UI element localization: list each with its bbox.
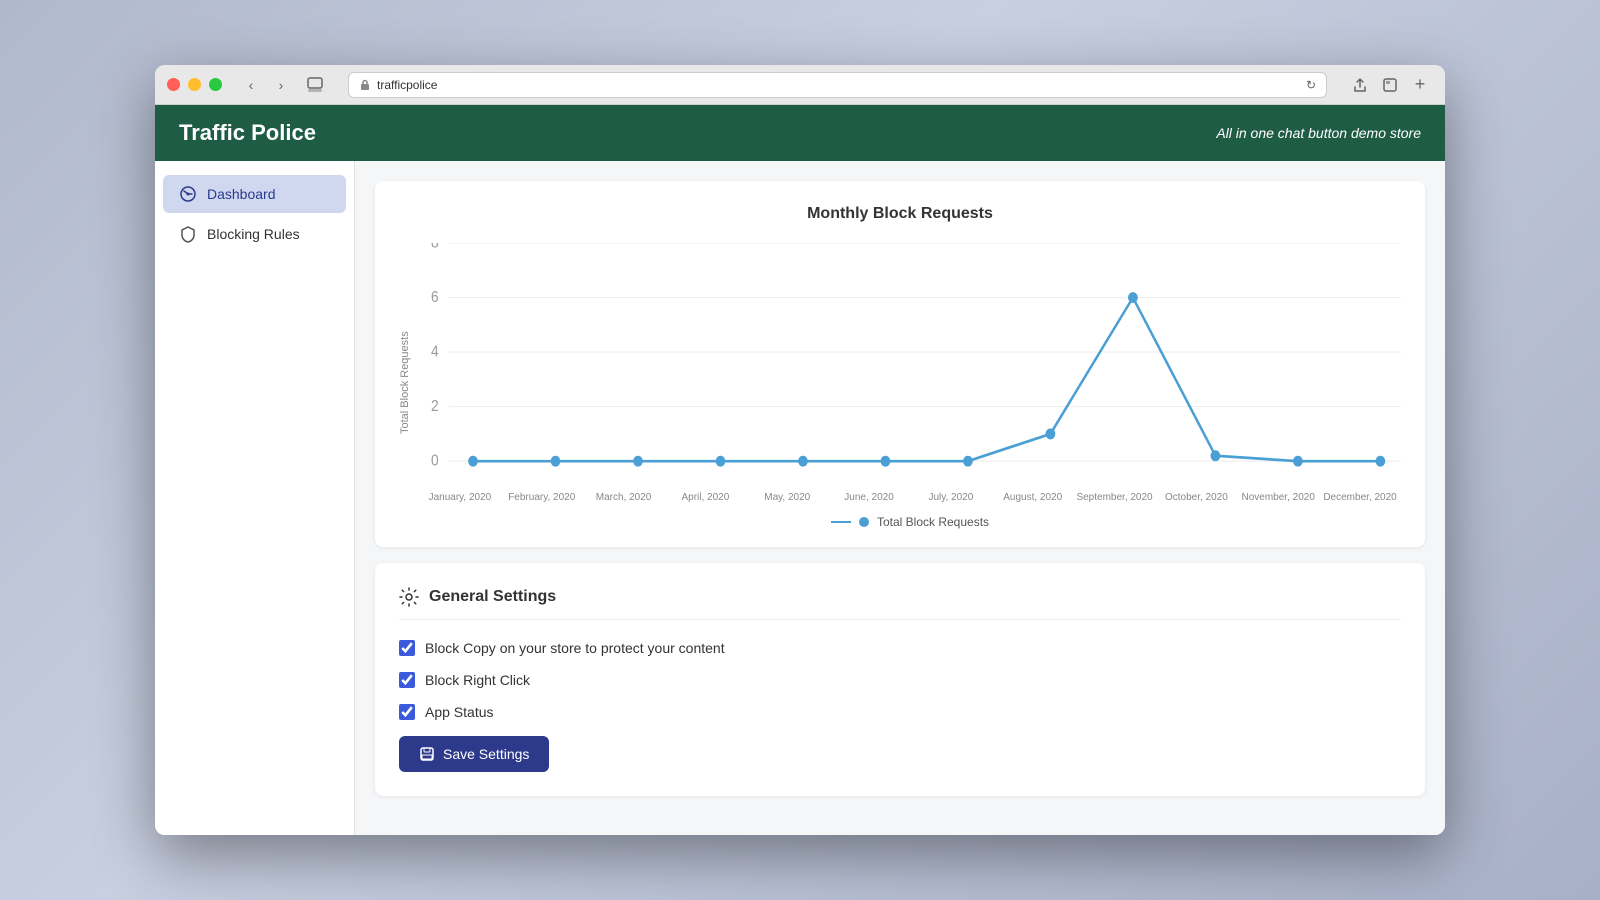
data-point-mar bbox=[633, 456, 643, 467]
share-icon bbox=[1352, 77, 1368, 93]
legend-dot bbox=[859, 517, 869, 527]
x-label-jun: June, 2020 bbox=[828, 492, 910, 503]
data-point-jul bbox=[963, 456, 973, 467]
address-bar[interactable]: trafficpolice ↻ bbox=[348, 72, 1327, 98]
browser-titlebar: ‹ › trafficpolice ↻ bbox=[155, 65, 1445, 105]
data-point-jan bbox=[468, 456, 478, 467]
tab-view-icon bbox=[307, 77, 323, 93]
dashboard-label: Dashboard bbox=[207, 186, 276, 202]
gear-icon bbox=[399, 587, 419, 607]
store-name: All in one chat button demo store bbox=[1216, 125, 1421, 141]
x-label-nov: November, 2020 bbox=[1237, 492, 1319, 503]
chart-title: Monthly Block Requests bbox=[399, 205, 1401, 223]
data-point-sep bbox=[1128, 292, 1138, 303]
data-point-feb bbox=[551, 456, 561, 467]
data-point-aug bbox=[1046, 428, 1056, 439]
legend-label: Total Block Requests bbox=[877, 515, 989, 529]
svg-text:0: 0 bbox=[431, 453, 439, 470]
svg-text:4: 4 bbox=[431, 344, 439, 361]
data-point-may bbox=[798, 456, 808, 467]
data-point-dec bbox=[1375, 456, 1385, 467]
save-icon bbox=[419, 746, 435, 762]
chart-line bbox=[473, 298, 1380, 462]
data-point-jun bbox=[881, 456, 891, 467]
x-axis-labels: January, 2020 February, 2020 March, 2020… bbox=[419, 488, 1401, 503]
downloads-icon bbox=[1382, 77, 1398, 93]
save-settings-label: Save Settings bbox=[443, 746, 529, 762]
settings-title: General Settings bbox=[429, 588, 556, 606]
svg-text:8: 8 bbox=[431, 243, 439, 252]
x-label-sep: September, 2020 bbox=[1074, 492, 1156, 503]
sidebar-item-dashboard[interactable]: Dashboard bbox=[163, 175, 346, 213]
dashboard-icon bbox=[179, 185, 197, 203]
chart-inner: 8 6 4 2 0 bbox=[419, 243, 1401, 523]
back-button[interactable]: ‹ bbox=[238, 72, 264, 98]
data-point-apr bbox=[716, 456, 726, 467]
app-body: Dashboard Blocking Rules Monthly Block R… bbox=[155, 161, 1445, 835]
svg-text:6: 6 bbox=[431, 289, 439, 306]
data-point-oct bbox=[1210, 450, 1220, 461]
browser-nav: ‹ › bbox=[238, 72, 294, 98]
settings-header: General Settings bbox=[399, 587, 1401, 620]
save-settings-button[interactable]: Save Settings bbox=[399, 736, 549, 772]
close-button[interactable] bbox=[167, 78, 180, 91]
app-status-label: App Status bbox=[425, 704, 494, 720]
chart-card: Monthly Block Requests Total Block Reque… bbox=[375, 181, 1425, 547]
downloads-button[interactable] bbox=[1377, 72, 1403, 98]
checkbox-row-app-status: App Status bbox=[399, 704, 1401, 720]
x-label-aug: August, 2020 bbox=[992, 492, 1074, 503]
block-right-click-checkbox[interactable] bbox=[399, 672, 415, 688]
browser-window: ‹ › trafficpolice ↻ bbox=[155, 65, 1445, 835]
browser-actions: + bbox=[1347, 72, 1433, 98]
x-label-feb: February, 2020 bbox=[501, 492, 583, 503]
data-point-nov bbox=[1293, 456, 1303, 467]
settings-card: General Settings Block Copy on your stor… bbox=[375, 563, 1425, 796]
x-label-may: May, 2020 bbox=[746, 492, 828, 503]
x-label-dec: December, 2020 bbox=[1319, 492, 1401, 503]
y-axis-label: Total Block Requests bbox=[399, 243, 411, 523]
main-content: Monthly Block Requests Total Block Reque… bbox=[355, 161, 1445, 835]
add-tab-button[interactable]: + bbox=[1407, 72, 1433, 98]
x-label-jul: July, 2020 bbox=[910, 492, 992, 503]
app-title: Traffic Police bbox=[179, 120, 316, 146]
x-label-mar: March, 2020 bbox=[583, 492, 665, 503]
maximize-button[interactable] bbox=[209, 78, 222, 91]
reload-icon[interactable]: ↻ bbox=[1306, 78, 1316, 92]
x-label-jan: January, 2020 bbox=[419, 492, 501, 503]
app-header: Traffic Police All in one chat button de… bbox=[155, 105, 1445, 161]
checkbox-row-block-copy: Block Copy on your store to protect your… bbox=[399, 640, 1401, 656]
blocking-rules-label: Blocking Rules bbox=[207, 226, 300, 242]
x-label-apr: April, 2020 bbox=[664, 492, 746, 503]
svg-text:2: 2 bbox=[431, 398, 439, 415]
forward-button[interactable]: › bbox=[268, 72, 294, 98]
lock-icon bbox=[359, 79, 371, 91]
url-text: trafficpolice bbox=[377, 78, 437, 92]
app-container: Traffic Police All in one chat button de… bbox=[155, 105, 1445, 835]
block-copy-label: Block Copy on your store to protect your… bbox=[425, 640, 725, 656]
sidebar-item-blocking-rules[interactable]: Blocking Rules bbox=[163, 215, 346, 253]
tab-view-button[interactable] bbox=[302, 72, 328, 98]
app-status-checkbox[interactable] bbox=[399, 704, 415, 720]
block-right-click-label: Block Right Click bbox=[425, 672, 530, 688]
sidebar: Dashboard Blocking Rules bbox=[155, 161, 355, 835]
legend-line bbox=[831, 521, 851, 523]
chart-svg: 8 6 4 2 0 bbox=[419, 243, 1401, 483]
minimize-button[interactable] bbox=[188, 78, 201, 91]
chart-legend: Total Block Requests bbox=[419, 515, 1401, 529]
share-button[interactable] bbox=[1347, 72, 1373, 98]
checkbox-row-block-right-click: Block Right Click bbox=[399, 672, 1401, 688]
block-copy-checkbox[interactable] bbox=[399, 640, 415, 656]
x-label-oct: October, 2020 bbox=[1155, 492, 1237, 503]
chart-area: Total Block Requests bbox=[399, 243, 1401, 523]
shield-icon bbox=[179, 225, 197, 243]
